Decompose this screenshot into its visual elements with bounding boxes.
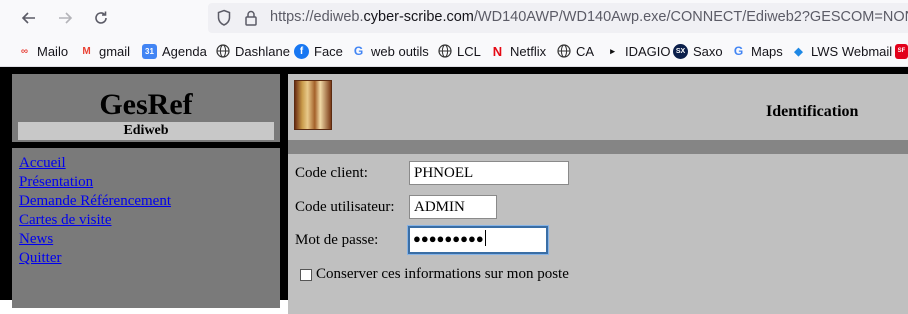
login-panel: Identification Code client: PHNOEL Code …: [288, 74, 908, 314]
bookmark-idagio[interactable]: ▸ IDAGIO: [605, 42, 671, 60]
site-header: GesRef Ediweb: [12, 74, 280, 142]
url-bar[interactable]: https://ediweb.cyber-scribe.com/WD140AWP…: [208, 3, 908, 33]
bookmark-label: Face: [314, 43, 343, 59]
menu-link-quitter[interactable]: Quitter: [19, 250, 62, 267]
bookmark-saxo[interactable]: SX Saxo: [673, 42, 723, 60]
google-icon: G: [733, 44, 744, 58]
bookmark-maps[interactable]: G Maps: [731, 42, 783, 60]
menu-link-presentation[interactable]: Présentation: [19, 174, 93, 191]
netflix-icon: N: [492, 43, 503, 59]
bookmark-label: Netflix: [510, 43, 547, 59]
bookmark-netflix[interactable]: N Netflix: [490, 42, 546, 60]
reload-icon: [95, 11, 107, 24]
logo-image: [294, 80, 332, 130]
password-value: ●●●●●●●●●: [413, 231, 484, 246]
site-title: GesRef: [99, 88, 193, 121]
calendar-icon: 31: [142, 43, 157, 59]
bookmark-ca[interactable]: CA: [556, 42, 594, 60]
bookmarks-bar: ∞ Mailo M gmail 31 Agenda Dashlane f Fac…: [0, 36, 908, 67]
bookmark-gmail[interactable]: M gmail: [79, 42, 130, 60]
google-icon: G: [353, 44, 364, 58]
bookmark-overflow[interactable]: SF: [895, 42, 908, 60]
bookmark-lcl[interactable]: LCL: [437, 42, 481, 60]
bookmark-dashlane[interactable]: Dashlane: [215, 42, 290, 60]
password-input[interactable]: ●●●●●●●●●: [407, 225, 549, 255]
lock-icon[interactable]: [243, 9, 261, 27]
url-path: /WD140AWP/WD140Awp.exe/CONNECT/Ediweb2?G…: [473, 9, 908, 25]
form-title: Identification: [766, 103, 859, 120]
bookmark-agenda[interactable]: 31 Agenda: [142, 42, 207, 60]
shield-icon[interactable]: [216, 9, 234, 27]
menu-link-news[interactable]: News: [19, 231, 53, 248]
nav-menu: Accueil Présentation Demande Référenceme…: [12, 148, 280, 308]
bookmark-label: LWS Webmail: [811, 43, 893, 59]
bookmark-lws-webmail[interactable]: ◆ LWS Webmail: [791, 42, 892, 60]
user-code-input[interactable]: ADMIN: [409, 195, 497, 219]
saxo-icon: SX: [673, 43, 688, 59]
sfr-icon: SF: [895, 43, 908, 59]
reload-button[interactable]: [89, 6, 113, 30]
menu-link-cartes-de-visite[interactable]: Cartes de visite: [19, 212, 111, 229]
facebook-icon: f: [294, 43, 309, 59]
url-prefix: https://ediweb.: [270, 9, 364, 25]
bookmark-label: gmail: [99, 43, 131, 59]
bookmark-label: Agenda: [162, 43, 207, 59]
password-label: Mot de passe:: [295, 232, 379, 248]
globe-icon: [215, 44, 230, 59]
client-code-input[interactable]: PHNOEL: [409, 161, 569, 185]
bookmark-label: CA: [576, 43, 595, 59]
remember-label[interactable]: Conserver ces informations sur mon poste: [316, 266, 569, 283]
bookmark-label: web outils: [371, 43, 429, 59]
lws-icon: ◆: [794, 45, 803, 58]
menu-link-accueil[interactable]: Accueil: [19, 155, 66, 172]
menu-link-demande-referencement[interactable]: Demande Référencement: [19, 193, 171, 210]
user-code-label: Code utilisateur:: [295, 199, 395, 215]
globe-icon: [556, 44, 571, 59]
bookmark-label: LCL: [457, 43, 481, 59]
bookmark-face[interactable]: f Face: [294, 42, 343, 60]
mailo-icon: ∞: [20, 45, 29, 57]
bookmark-web-outils[interactable]: G web outils: [351, 42, 429, 60]
forward-button[interactable]: [53, 6, 77, 30]
url-host: cyber-scribe.com: [363, 9, 474, 25]
client-code-label: Code client:: [295, 165, 368, 181]
idagio-icon: ▸: [610, 45, 615, 56]
web-page: GesRef Ediweb Accueil Présentation Deman…: [0, 67, 908, 314]
bookmark-label: Saxo: [693, 43, 723, 59]
bookmark-label: IDAGIO: [625, 43, 671, 59]
bookmark-label: Maps: [751, 43, 783, 59]
back-button[interactable]: [17, 6, 41, 30]
separator-bar: [288, 140, 908, 154]
forward-arrow-icon: [59, 12, 73, 24]
bookmark-mailo[interactable]: ∞ Mailo: [17, 42, 68, 60]
globe-icon: [437, 44, 452, 59]
back-arrow-icon: [21, 12, 35, 24]
bookmark-label: Mailo: [37, 43, 69, 59]
bookmark-label: Dashlane: [235, 43, 290, 59]
text-caret: [484, 230, 486, 246]
site-subtitle: Ediweb: [18, 122, 274, 140]
browser-toolbar: https://ediweb.cyber-scribe.com/WD140AWP…: [0, 0, 908, 36]
url-text[interactable]: https://ediweb.cyber-scribe.com/WD140AWP…: [270, 9, 908, 25]
remember-checkbox[interactable]: [300, 269, 312, 281]
gmail-icon: M: [82, 45, 91, 57]
